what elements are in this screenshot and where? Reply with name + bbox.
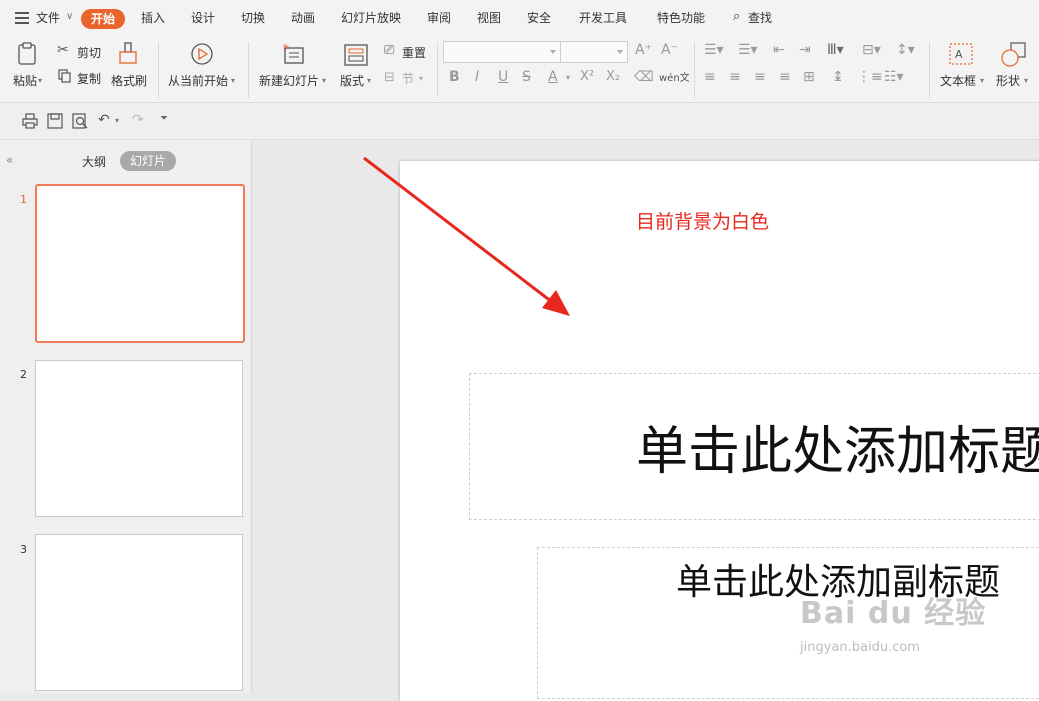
title-placeholder-text: 单击此处添加标题: [636, 422, 1039, 482]
watermark-logo: Bai du 经验: [800, 596, 987, 631]
annotation-text: 目前背景为白色: [636, 211, 770, 233]
watermark-url: jingyan.baidu.com: [800, 640, 920, 655]
title-placeholder[interactable]: 单击此处添加标题: [469, 373, 1039, 520]
watermark: Bai du 经验 jingyan.baidu.com: [800, 588, 987, 655]
